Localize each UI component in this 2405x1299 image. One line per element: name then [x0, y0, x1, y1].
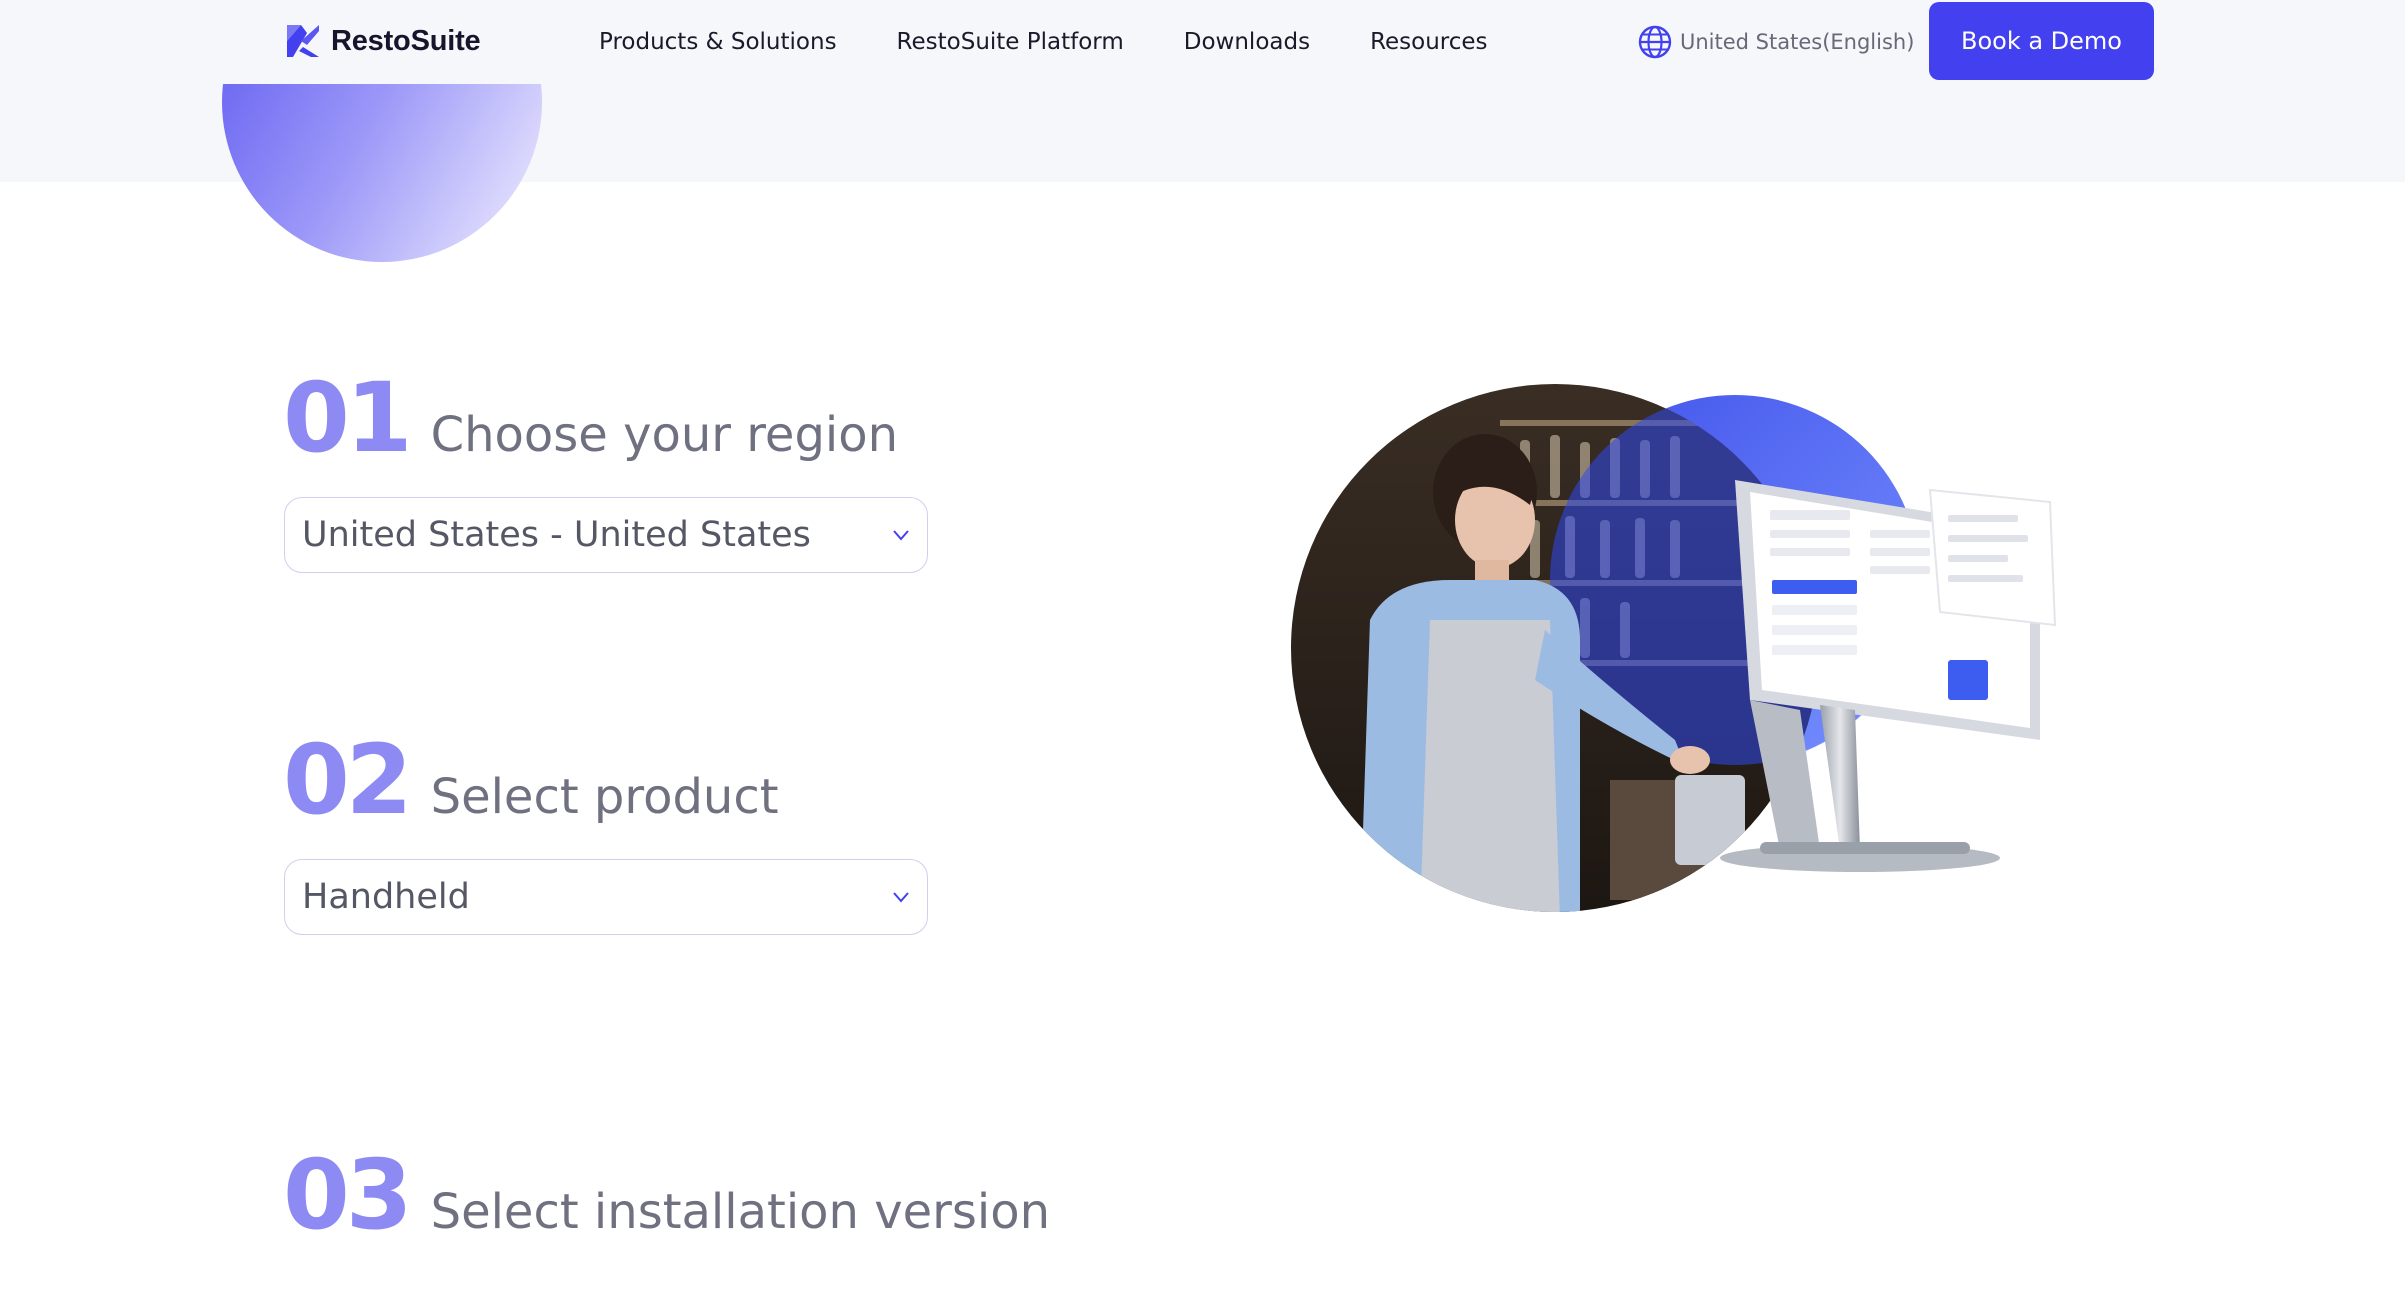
pos-terminal — [1720, 480, 2057, 872]
chevron-down-icon — [893, 892, 909, 903]
step-product-heading: 02 Select product — [283, 732, 779, 828]
step-number: 02 — [283, 724, 413, 836]
nav-item-resources[interactable]: Resources — [1370, 29, 1487, 55]
step-title: Choose your region — [430, 407, 899, 463]
step-version-heading: 03 Select installation version — [283, 1147, 1050, 1243]
nav-item-products-solutions[interactable]: Products & Solutions — [599, 29, 837, 55]
nav-item-restosuite-platform[interactable]: RestoSuite Platform — [897, 29, 1124, 55]
brand-name: RestoSuite — [331, 24, 481, 57]
restosuite-logo-icon — [287, 25, 319, 57]
nav-item-downloads[interactable]: Downloads — [1184, 29, 1310, 55]
globe-icon — [1638, 25, 1672, 59]
product-select[interactable]: Handheld — [284, 859, 928, 935]
step-title: Select product — [430, 769, 779, 825]
top-navbar: RestoSuite Products & Solutions RestoSui… — [0, 0, 2405, 84]
product-selected-value: Handheld — [302, 877, 470, 917]
main-nav: Products & Solutions RestoSuite Platform… — [599, 22, 1548, 62]
region-select[interactable]: United States - United States — [284, 497, 928, 573]
language-label: United States(English) — [1680, 30, 1915, 54]
step-number: 01 — [283, 362, 413, 474]
step-number: 03 — [283, 1139, 413, 1251]
step-title: Select installation version — [430, 1184, 1051, 1240]
brand-logo[interactable]: RestoSuite — [285, 20, 481, 62]
region-selected-value: United States - United States — [302, 515, 811, 555]
chevron-down-icon — [893, 530, 909, 541]
step-region-heading: 01 Choose your region — [283, 370, 898, 466]
language-selector[interactable]: United States(English) — [1638, 24, 1914, 60]
hero-illustration — [1291, 384, 2057, 912]
book-demo-button[interactable]: Book a Demo — [1929, 2, 2154, 80]
